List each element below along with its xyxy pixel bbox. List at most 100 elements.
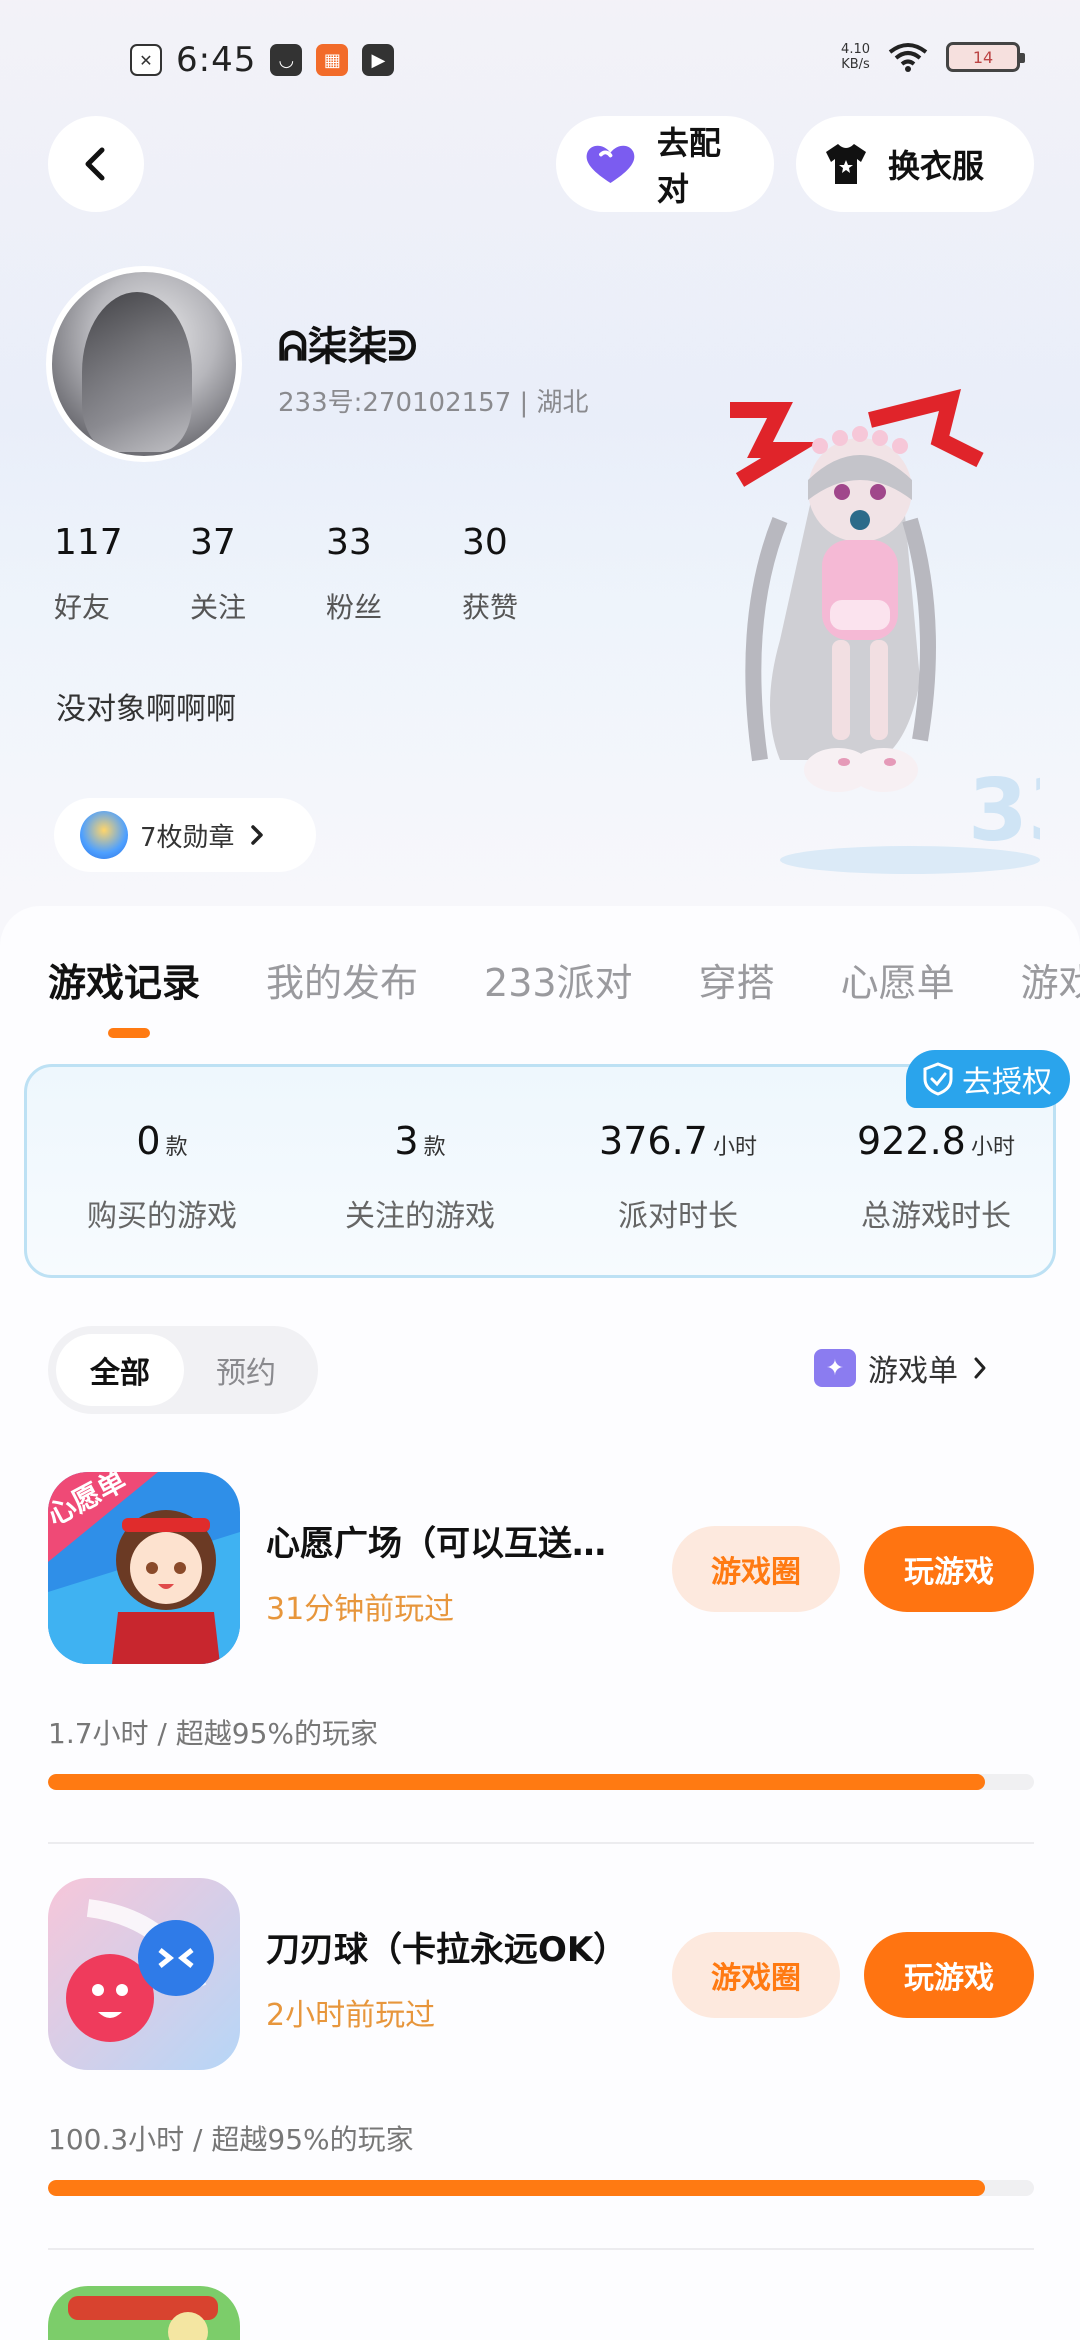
summary-label: 关注的游戏 (345, 1199, 495, 1234)
stat-fans[interactable]: 33 粉丝 (326, 522, 462, 626)
game-icon-art (48, 2286, 240, 2340)
game-icon-wish-plaza[interactable]: 心愿单 (48, 1472, 240, 1664)
play-notification-icon: ▶ (362, 44, 395, 76)
playtime-progress-bar (48, 1774, 1034, 1790)
back-button[interactable] (48, 116, 144, 212)
network-speed-value: 4.10 (841, 42, 870, 57)
watermark-digits: 33 (968, 761, 1040, 861)
game-circle-button[interactable]: 游戏圈 (672, 1932, 840, 2018)
filter-all[interactable]: 全部 (56, 1334, 184, 1406)
summary-total-time[interactable]: 922.8 小时 总游戏时长 (807, 1119, 1065, 1235)
stat-value: 37 (190, 522, 236, 563)
profile-tabs: 游戏记录 我的发布 233派对 穿搭 心愿单 游戏 (48, 952, 1080, 1007)
match-button[interactable]: 去配对 (556, 116, 774, 212)
chevron-left-icon (85, 147, 105, 181)
progress-fill (48, 2180, 985, 2196)
chevron-right-icon (250, 825, 263, 845)
avatar-character-figure[interactable]: 33 (720, 380, 1040, 880)
game-list-label: 游戏单 (868, 1354, 958, 1389)
status-time: 6:45 (176, 40, 257, 80)
network-speed-unit: KB/s (841, 57, 870, 72)
authorize-label: 去授权 (962, 1065, 1052, 1100)
game-summary-panel: 0 款 购买的游戏 3 款 关注的游戏 376.7 小时 派对时长 922.8 … (24, 1064, 1056, 1278)
game-playtime-stat: 1.7小时 / 超越95%的玩家 (48, 1717, 378, 1750)
network-speed: 4.10 KB/s (841, 42, 870, 72)
content-card: 游戏记录 我的发布 233派对 穿搭 心愿单 游戏 0 款 购买的游戏 3 款 … (0, 906, 1080, 2340)
shield-check-icon (923, 1062, 953, 1096)
chevron-right-icon (974, 1357, 986, 1379)
red-mark-left (730, 402, 819, 487)
filter-reserved[interactable]: 预约 (182, 1334, 310, 1406)
status-bar: ✕ 6:45 ◡ ▦ ▶ 4.10 KB/s 14 (0, 0, 1080, 120)
change-outfit-button[interactable]: 换衣服 (796, 116, 1034, 212)
tab-my-posts[interactable]: 我的发布 (266, 952, 418, 1007)
profile-stats: 117 好友 37 关注 33 粉丝 30 获赞 (54, 522, 598, 626)
match-label: 去配对 (656, 124, 721, 208)
stat-friends[interactable]: 117 好友 (54, 522, 190, 626)
active-tab-indicator (108, 1028, 150, 1038)
authorize-button[interactable]: 去授权 (906, 1050, 1070, 1108)
stat-likes[interactable]: 30 获赞 (462, 522, 598, 626)
summary-followed[interactable]: 3 款 关注的游戏 (291, 1119, 549, 1235)
avatar-figure (82, 292, 192, 452)
app-notification-icon: ◡ (270, 44, 303, 76)
avatar[interactable] (46, 266, 242, 462)
game-icon-blade-ball[interactable] (48, 1878, 240, 2070)
sparkle-icon: ✦ (814, 1349, 856, 1387)
stat-value: 30 (462, 522, 508, 563)
game-title: 心愿广场（可以互送… (266, 1524, 606, 1564)
stat-label: 关注 (190, 591, 247, 624)
summary-unit: 小时 (712, 1135, 757, 1160)
uid-location: 233号:270102157 | 湖北 (278, 388, 589, 418)
status-left: ✕ 6:45 ◡ ▦ ▶ (130, 40, 395, 80)
stat-value: 117 (54, 522, 123, 563)
game-circle-button[interactable]: 游戏圈 (672, 1526, 840, 1612)
badge-icon (80, 811, 128, 859)
summary-value: 0 (136, 1119, 161, 1163)
status-right: 4.10 KB/s 14 (841, 42, 1025, 72)
badges-label: 7枚勋章 (140, 822, 235, 853)
summary-label: 购买的游戏 (87, 1199, 237, 1234)
stat-value: 33 (326, 522, 372, 563)
game-last-played: 2小时前玩过 (266, 1998, 436, 2033)
bio: 没对象啊啊啊 (56, 692, 236, 727)
stat-label: 好友 (54, 591, 111, 624)
stat-following[interactable]: 37 关注 (190, 522, 326, 626)
playtime-progress-bar (48, 2180, 1034, 2196)
game-icon-art: 心愿单 (48, 1472, 240, 1664)
tab-233-party[interactable]: 233派对 (484, 952, 633, 1007)
summary-value: 922.8 (857, 1119, 966, 1163)
game-title: 刀刃球（卡拉永远OK） (266, 1930, 628, 1970)
badges-button[interactable]: 7枚勋章 (54, 798, 316, 872)
tshirt-icon (826, 144, 866, 184)
game-last-played: 31分钟前玩过 (266, 1592, 455, 1627)
game-icon-art (48, 1878, 240, 2070)
summary-value: 3 (394, 1119, 419, 1163)
nickname: ᕱ柒柒ᕲ (278, 324, 418, 370)
tab-games[interactable]: 游戏 (1021, 952, 1080, 1007)
tab-game-records[interactable]: 游戏记录 (48, 952, 200, 1007)
game-playtime-stat: 100.3小时 / 超越95%的玩家 (48, 2123, 414, 2156)
game-filter-toggle: 全部 预约 (48, 1326, 318, 1414)
divider (48, 2248, 1034, 2250)
game-list-button[interactable]: ✦ 游戏单 (814, 1346, 990, 1390)
summary-party-time[interactable]: 376.7 小时 派对时长 (549, 1119, 807, 1235)
tab-wishlist[interactable]: 心愿单 (841, 952, 955, 1007)
summary-label: 总游戏时长 (861, 1199, 1011, 1234)
summary-unit: 款 (423, 1135, 446, 1160)
sim-off-icon: ✕ (130, 44, 162, 76)
play-game-button[interactable]: 玩游戏 (864, 1932, 1034, 2018)
stat-label: 粉丝 (326, 591, 383, 624)
battery-icon: 14 (946, 42, 1025, 72)
play-game-button[interactable]: 玩游戏 (864, 1526, 1034, 1612)
battery-level: 14 (972, 47, 994, 67)
game-icon-partial[interactable] (48, 2286, 240, 2340)
heart-icon (586, 145, 635, 183)
summary-unit: 款 (165, 1135, 188, 1160)
outfit-label: 换衣服 (888, 147, 985, 185)
summary-purchased[interactable]: 0 款 购买的游戏 (33, 1119, 291, 1235)
stat-label: 获赞 (462, 591, 519, 624)
progress-fill (48, 1774, 985, 1790)
tab-outfits[interactable]: 穿搭 (699, 952, 775, 1007)
summary-value: 376.7 (599, 1119, 708, 1163)
